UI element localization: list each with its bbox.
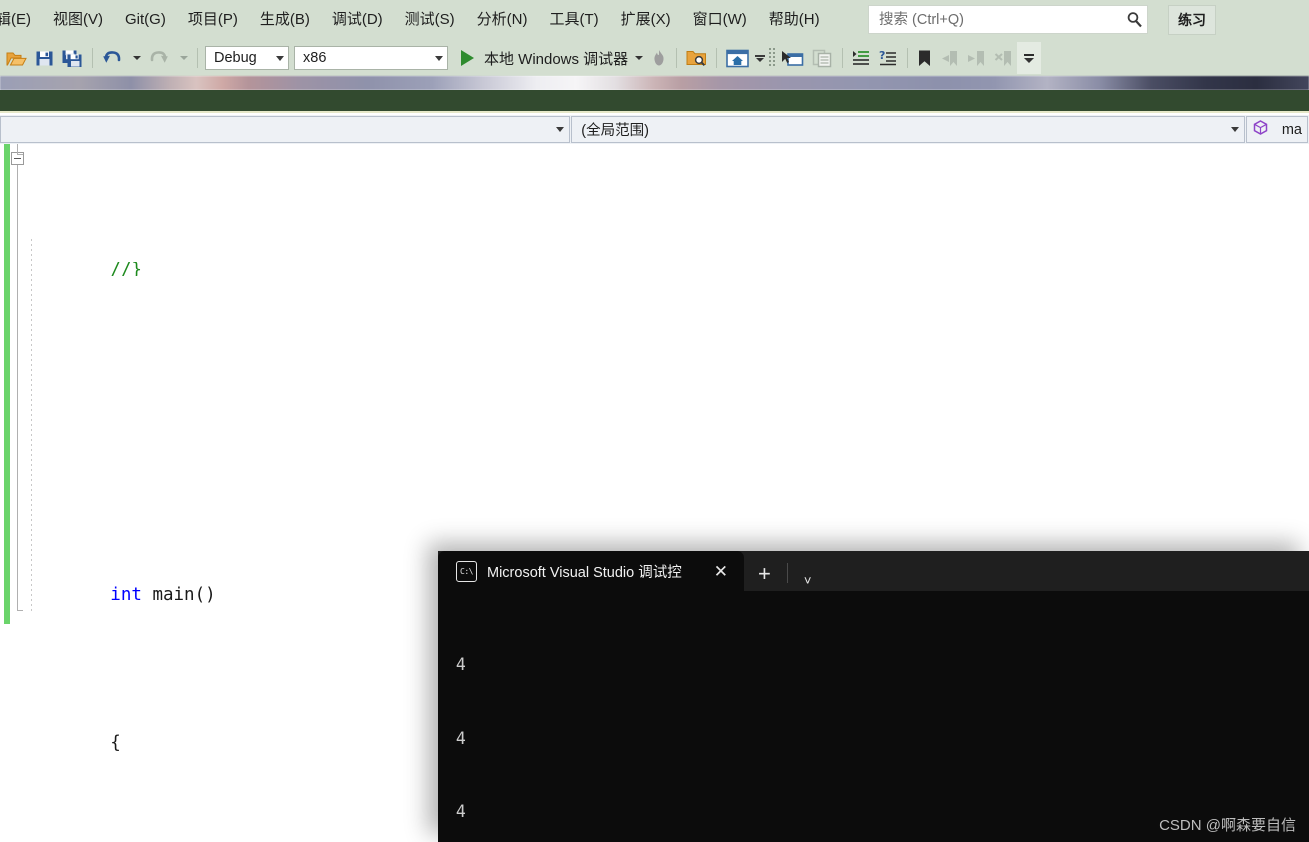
close-icon[interactable]: ✕	[708, 563, 734, 580]
toolbar-drag-grip[interactable]	[767, 43, 777, 73]
search-input[interactable]	[869, 6, 1121, 33]
platform-value: x86	[303, 50, 327, 66]
member-dropdown[interactable]: ma	[1246, 116, 1308, 143]
toolbar-separator	[716, 48, 718, 68]
toolbar-split-handle[interactable]	[753, 43, 767, 73]
bookmark-prev-icon	[936, 43, 963, 73]
console-tab-bar: C:\ Microsoft Visual Studio 调试控 ✕ + ˅	[438, 551, 1309, 591]
console-output-line: 4	[446, 655, 466, 674]
member-value: ma	[1281, 121, 1302, 138]
undo-icon[interactable]	[98, 43, 126, 73]
document-tab-band	[0, 90, 1309, 113]
start-debug-label[interactable]: 本地 Windows 调试器	[478, 48, 628, 69]
menu-debug[interactable]: 调试(D)	[321, 7, 394, 33]
start-debug-dropdown-icon[interactable]	[628, 43, 647, 73]
toolbar: Debug x86 本地 Windows 调试器 ?	[0, 40, 1309, 76]
comment-help-icon[interactable]: ?	[875, 43, 902, 73]
menu-help[interactable]: 帮助(H)	[758, 7, 831, 33]
scope-dropdown[interactable]: (全局范围)	[571, 116, 1246, 143]
home-window-icon[interactable]	[722, 43, 753, 73]
configuration-value: Debug	[214, 50, 257, 66]
toolbar-separator	[92, 48, 93, 68]
indent-icon[interactable]	[848, 43, 875, 73]
code-comment: //}	[110, 262, 142, 277]
folder-search-icon[interactable]	[682, 43, 711, 73]
bookmark-icon[interactable]	[913, 43, 936, 73]
practice-button[interactable]: 练习	[1168, 5, 1216, 35]
console-output: 4 4 4 2 s = 2 D:\CSDN\练习\练习\Debug\练习.exe…	[438, 591, 1309, 842]
toolbar-separator	[907, 48, 909, 68]
console-tab[interactable]: C:\ Microsoft Visual Studio 调试控 ✕	[438, 551, 744, 591]
menu-git[interactable]: Git(G)	[114, 7, 177, 33]
toolbar-separator	[676, 48, 678, 68]
toolbar-separator	[197, 48, 198, 68]
pointer-window-icon[interactable]	[777, 43, 808, 73]
flame-icon[interactable]	[647, 43, 671, 73]
editor-navigation-bar: (全局范围) ma	[0, 115, 1309, 144]
chevron-down-icon	[1231, 127, 1240, 132]
redo-dropdown-icon	[173, 43, 192, 73]
theme-image-strip	[0, 76, 1309, 90]
visual-studio-window: 辑(E) 视图(V) Git(G) 项目(P) 生成(B) 调试(D) 测试(S…	[0, 0, 1309, 842]
menu-bar: 辑(E) 视图(V) Git(G) 项目(P) 生成(B) 调试(D) 测试(S…	[0, 0, 1309, 40]
chevron-down-icon[interactable]: ˅	[792, 573, 824, 591]
toolbar-separator	[842, 48, 844, 68]
scope-value: (全局范围)	[581, 123, 649, 139]
menu-edit[interactable]: 辑(E)	[0, 7, 42, 33]
configuration-dropdown[interactable]: Debug	[205, 46, 289, 70]
start-debug-play-icon[interactable]	[457, 43, 478, 73]
console-output-line: 4	[446, 728, 466, 748]
menu-view[interactable]: 视图(V)	[42, 7, 114, 33]
chevron-down-icon	[435, 55, 443, 61]
search-box[interactable]	[868, 5, 1148, 34]
toolbar-overflow-icon[interactable]	[1017, 42, 1042, 74]
chevron-down-icon	[556, 127, 565, 132]
save-icon[interactable]	[31, 43, 58, 73]
search-icon	[1121, 11, 1147, 28]
method-cube-icon	[1253, 120, 1268, 139]
menu-project[interactable]: 项目(P)	[177, 7, 249, 33]
open-file-icon[interactable]	[2, 43, 31, 73]
menu-build[interactable]: 生成(B)	[249, 7, 321, 33]
code-plain: main()	[141, 584, 216, 605]
bookmark-clear-icon	[990, 43, 1017, 73]
undo-dropdown-icon[interactable]	[126, 43, 145, 73]
chevron-down-icon	[276, 55, 284, 61]
console-window[interactable]: C:\ Microsoft Visual Studio 调试控 ✕ + ˅ 4 …	[438, 551, 1309, 842]
console-toolbar-separator	[786, 563, 788, 583]
project-scope-dropdown[interactable]	[0, 116, 571, 143]
redo-icon	[145, 43, 173, 73]
new-tab-plus-icon[interactable]: +	[744, 561, 783, 591]
code-line: //}	[0, 262, 1309, 276]
svg-text:?: ?	[879, 49, 885, 62]
menu-extensions[interactable]: 扩展(X)	[610, 7, 682, 33]
code-plain: {	[110, 732, 121, 753]
menu-tools[interactable]: 工具(T)	[538, 7, 609, 33]
platform-dropdown[interactable]: x86	[294, 46, 448, 70]
bookmark-next-icon	[963, 43, 990, 73]
csdn-watermark: CSDN @啊森要自信	[1159, 817, 1296, 834]
menu-window[interactable]: 窗口(W)	[682, 7, 758, 33]
console-tab-title: Microsoft Visual Studio 调试控	[487, 564, 682, 581]
menu-analyze[interactable]: 分析(N)	[466, 7, 539, 33]
console-cmd-icon: C:\	[456, 560, 477, 582]
copy-window-icon	[808, 43, 837, 73]
save-all-icon[interactable]	[58, 43, 87, 73]
menu-test[interactable]: 测试(S)	[394, 7, 466, 33]
code-keyword: int	[110, 584, 142, 605]
